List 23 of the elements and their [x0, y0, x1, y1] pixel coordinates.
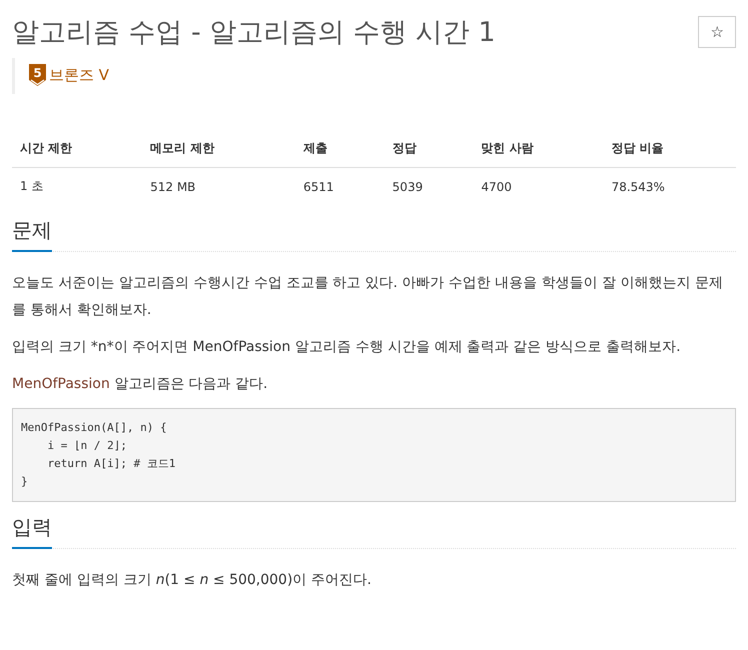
table-cell: 6511 [295, 168, 384, 205]
table-cell: 78.543% [603, 168, 736, 205]
section-heading: 입력 [12, 510, 52, 549]
column-header: 제출 [295, 130, 384, 168]
paragraph: 첫째 줄에 입력의 크기 n(1 ≤ n ≤ 500,000)이 주어진다. [12, 571, 372, 590]
paragraph: 오늘도 서준이는 알고리즘의 수행시간 수업 조교를 하고 있다. 아빠가 수업한 내용을 학생들이 잘 이해했는지 문제를 통해서 확인해보자. [12, 274, 724, 320]
paragraph: 입력의 크기 *n*이 주어지면 MenOfPassion 알고리즘 수행 시간을 예제 출력과 같은 방식으로 출력해보자. [12, 338, 682, 357]
column-header: 맞힌 사람 [473, 130, 604, 168]
favorite-button[interactable]: ☆ [698, 16, 736, 48]
table-cell: 512 MB [142, 168, 296, 205]
paragraph: MenOfPassion 알고리즘은 다음과 같다. [12, 375, 269, 394]
tier-label[interactable]: 브론즈 V [49, 66, 110, 84]
column-header: 메모리 제한 [142, 130, 296, 168]
section-heading: 문제 [12, 213, 52, 252]
problem-title: 알고리즘 수업 - 알고리즘의 수행 시간 1 [12, 16, 496, 50]
table-cell: 5039 [384, 168, 474, 205]
column-header: 정답 비율 [603, 130, 736, 168]
column-header: 정답 [384, 130, 474, 168]
tier-badge-icon: 5 [29, 64, 46, 86]
table-cell: 4700 [473, 168, 604, 205]
table-cell: 1 초 [12, 168, 142, 205]
column-header: 시간 제한 [12, 130, 142, 168]
code-block: MenOfPassion(A[], n) { i = ⌊n / 2⌋; return A[i]; # 코드1 } [12, 408, 736, 502]
